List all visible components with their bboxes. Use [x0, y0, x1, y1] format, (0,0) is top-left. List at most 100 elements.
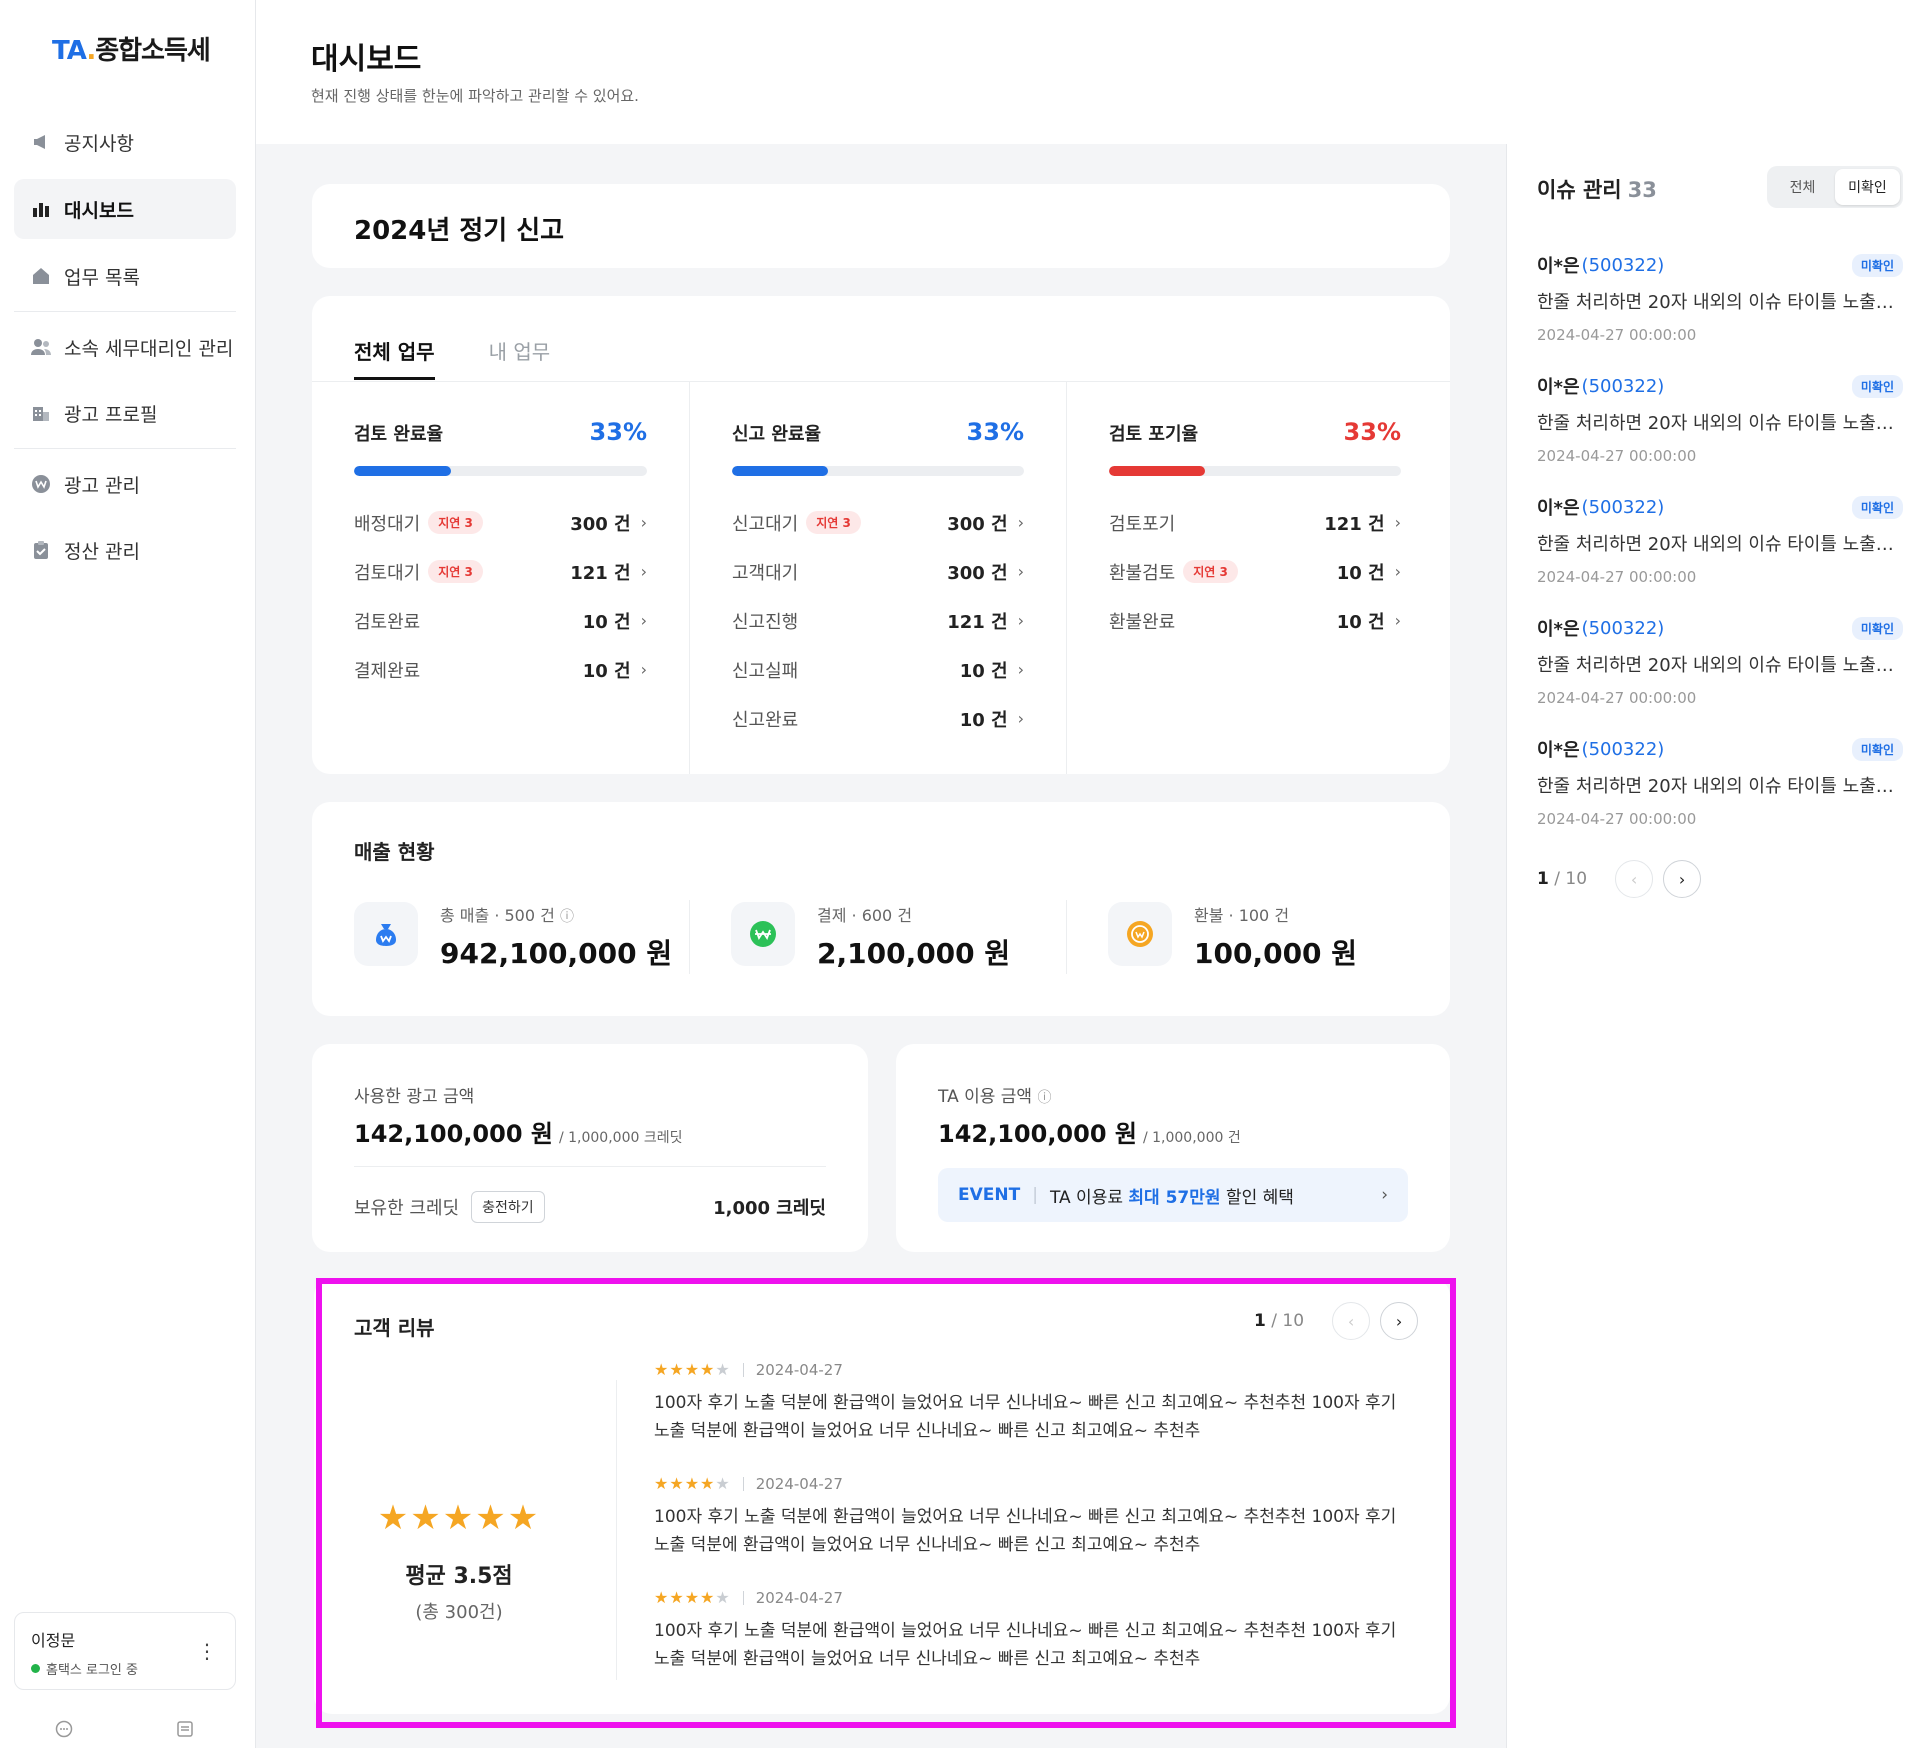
sidebar-item-notice[interactable]: 공지사항 — [14, 112, 236, 172]
status-row[interactable]: 결제완료 10 건 › — [354, 645, 647, 694]
credit-row: 보유한 크레딧 충전하기 1,000 크레딧 — [354, 1190, 826, 1224]
sidebar-item-label: 소속 세무대리인 관리 — [64, 337, 234, 360]
ta-usage-label: TA 이용 금액 ⓘ — [938, 1087, 1052, 1107]
issue-user-id[interactable]: (500322) — [1582, 497, 1665, 518]
status-row[interactable]: 환불검토 지연 3 10 건 › — [1109, 547, 1401, 596]
review-date: 2024-04-27 — [755, 1474, 843, 1493]
tab-my-work[interactable]: 내 업무 — [489, 336, 551, 380]
chevron-right-icon: › — [1394, 611, 1401, 630]
tab-all-work[interactable]: 전체 업무 — [354, 336, 435, 380]
chevron-right-icon: › — [1394, 513, 1401, 532]
sidebar-item-label: 대시보드 — [64, 199, 134, 222]
building-icon — [30, 402, 52, 424]
chevron-right-icon: › — [640, 611, 647, 630]
progress-fill — [354, 466, 451, 476]
document-icon[interactable] — [176, 1720, 194, 1743]
status-row[interactable]: 신고실패 10 건 › — [732, 645, 1024, 694]
delay-badge: 지연 3 — [428, 511, 483, 534]
issue-user: 이*은 — [1537, 377, 1580, 398]
sidebar-item-dashboard[interactable]: 대시보드 — [14, 179, 236, 239]
review-total: (총 300건) — [415, 1602, 503, 1623]
filing-title-card: 2024년 정기 신고 — [312, 184, 1450, 268]
home-icon — [30, 265, 52, 287]
work-status-card: 전체 업무 내 업무 검토 완료율 33% 배정대기 지연 3 300 건 › 검토대기 지연… — [312, 296, 1450, 774]
status-row[interactable]: 신고대기 지연 3 300 건 › — [732, 498, 1024, 547]
page-header: 대시보드 현재 진행 상태를 한눈에 파악하고 관리할 수 있어요. — [256, 0, 1913, 144]
customer-review-card: 고객 리뷰 1 / 10 ‹ › ★★★★★ 평균 3.5점 (총 300건) … — [314, 1278, 1450, 1714]
chevron-right-icon: › — [640, 562, 647, 581]
chevron-right-icon[interactable]: › — [1380, 1302, 1419, 1340]
chat-icon[interactable] — [54, 1720, 74, 1743]
sales-card: 매출 현황 총 매출 · 500 건 ⓘ 942,100,000 원 결제 · … — [312, 802, 1450, 1016]
sidebar-item-tasks[interactable]: 업무 목록 — [14, 246, 236, 306]
chevron-left-icon[interactable]: ‹ — [1332, 1302, 1371, 1340]
chevron-right-icon: › — [1017, 562, 1024, 581]
status-row[interactable]: 환불완료 10 건 › — [1109, 596, 1401, 645]
review-page-indicator: 1 / 10 — [1254, 1311, 1305, 1331]
issue-user-id[interactable]: (500322) — [1582, 255, 1665, 276]
sales-label: 환불 · 100 건 — [1194, 906, 1290, 925]
chevron-right-icon[interactable]: › — [1663, 860, 1702, 898]
issue-item[interactable]: 이*은 (500322) 미확인 한줄 처리하면 20자 내외의 이슈 타이틀 노출합… — [1537, 494, 1903, 604]
status-count: 121 건 — [947, 611, 1008, 633]
unread-badge: 미확인 — [1851, 616, 1903, 640]
status-row[interactable]: 신고완료 10 건 › — [732, 694, 1024, 743]
issue-item[interactable]: 이*은 (500322) 미확인한줄 처리하면 20자 내외의 이슈 타이틀 노출합… — [1537, 615, 1903, 725]
app-logo[interactable]: TA.종합소득세 — [52, 30, 211, 67]
issue-item[interactable]: 이*은 (500322) 미확인 한줄 처리하면 20자 내외의 이슈 타이틀 노출합… — [1537, 252, 1903, 362]
issue-date: 2024-04-27 00:00:00 — [1537, 326, 1697, 344]
review-date: 2024-04-27 — [755, 1360, 843, 1379]
unread-badge: 미확인 — [1851, 737, 1903, 761]
issue-user-id[interactable]: (500322) — [1582, 618, 1665, 639]
status-row[interactable]: 배정대기 지연 3 300 건 › — [354, 498, 647, 547]
progress-bar — [1109, 466, 1401, 476]
review-text: 100자 후기 노출 덕분에 환급액이 늘었어요 너무 신나네요~ 빠른 신고 … — [654, 1621, 1397, 1669]
issue-user-id[interactable]: (500322) — [1582, 739, 1665, 760]
chevron-right-icon: › — [640, 660, 647, 679]
sales-payment: 결제 · 600 건 2,100,000 원 — [689, 898, 1067, 978]
filter-all[interactable]: 전체 — [1770, 169, 1835, 205]
page-subtitle: 현재 진행 상태를 한눈에 파악하고 관리할 수 있어요. — [311, 87, 639, 105]
delay-badge: 지연 3 — [806, 511, 861, 534]
issue-item[interactable]: 이*은 (500322) 미확인 한줄 처리하면 20자 내외의 이슈 타이틀 노출합… — [1537, 373, 1903, 483]
status-row[interactable]: 고객대기 300 건 › — [732, 547, 1024, 596]
review-item: ★★★★★ 2024-04-27 100자 후기 노출 덕분에 환급액이 늘었어요 … — [654, 1588, 1414, 1673]
ad-spend-card: 사용한 광고 금액 142,100,000 원/ 1,000,000 크레딧 보… — [312, 1044, 868, 1252]
chevron-left-icon[interactable]: ‹ — [1615, 860, 1654, 898]
issue-title-text: 한줄 처리하면 20자 내외의 이슈 타이틀 노출합니다 — [1537, 655, 1903, 676]
delay-badge: 지연 3 — [1183, 560, 1238, 583]
chevron-right-icon: › — [1017, 611, 1024, 630]
status-row[interactable]: 검토대기 지연 3 121 건 › — [354, 547, 647, 596]
status-row[interactable]: 검토완료 10 건 › — [354, 596, 647, 645]
sidebar-item-ad-profile[interactable]: 광고 프로필 — [14, 383, 236, 443]
filter-unread[interactable]: 미확인 — [1835, 169, 1900, 205]
status-count: 10 건 — [959, 709, 1008, 731]
sidebar-item-ad-manage[interactable]: 광고 관리 — [14, 454, 236, 514]
issue-title: 이슈 관리 33 — [1537, 178, 1657, 202]
status-count: 10 건 — [959, 660, 1008, 682]
column-percent: 33% — [966, 418, 1024, 446]
event-banner[interactable]: EVENT | TA 이용료 최대 57만원 할인 혜택 › — [938, 1168, 1408, 1222]
sales-value: 100,000 원 — [1194, 937, 1358, 970]
info-icon[interactable]: ⓘ — [1037, 1090, 1051, 1106]
sidebar-item-settlement[interactable]: 정산 관리 — [14, 520, 236, 580]
status-row[interactable]: 신고진행 121 건 › — [732, 596, 1024, 645]
sales-value: 2,100,000 원 — [817, 937, 1011, 970]
issue-title-text: 한줄 처리하면 20자 내외의 이슈 타이틀 노출합니다 — [1537, 292, 1903, 313]
charge-button[interactable]: 충전하기 — [471, 1191, 545, 1223]
info-icon[interactable]: ⓘ — [560, 909, 574, 925]
user-card[interactable]: 이정문 홈택스 로그인 중 ⋮ — [14, 1612, 236, 1690]
status-count: 300 건 — [947, 562, 1008, 584]
status-label: 환불완료 — [1109, 611, 1176, 633]
sidebar-item-agents[interactable]: 소속 세무대리인 관리 — [14, 317, 236, 377]
issue-item[interactable]: 이*은 (500322) 미확인 한줄 처리하면 20자 내외의 이슈 타이틀 노출합… — [1537, 736, 1903, 846]
issue-user: 이*은 — [1537, 619, 1580, 640]
review-average: ★★★★★ 평균 3.5점 (총 300건) — [354, 1378, 564, 1678]
status-label: 검토포기 — [1109, 513, 1176, 535]
status-row[interactable]: 검토포기 121 건 › — [1109, 498, 1401, 547]
issue-user-id[interactable]: (500322) — [1582, 376, 1665, 397]
ad-spend-label: 사용한 광고 금액 — [354, 1087, 475, 1107]
issue-date: 2024-04-27 00:00:00 — [1537, 689, 1697, 707]
more-vertical-icon[interactable]: ⋮ — [197, 1639, 217, 1663]
event-tag: EVENT — [958, 1185, 1021, 1205]
